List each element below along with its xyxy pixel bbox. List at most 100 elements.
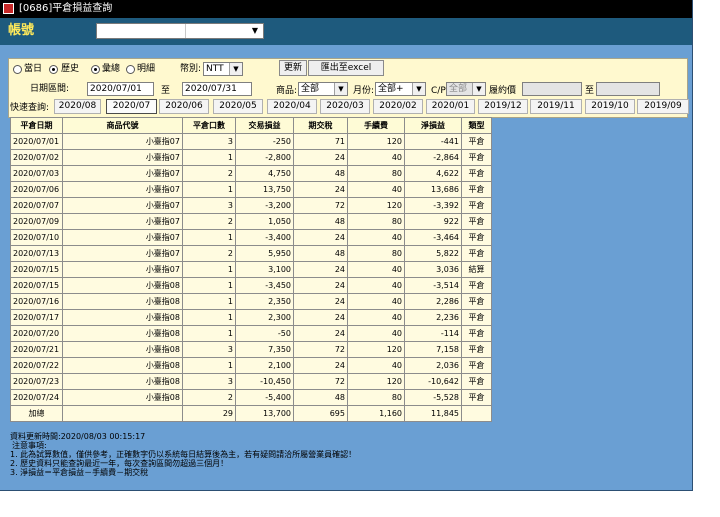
table-row[interactable]: 2020/07/06 小臺指07 1 13,750 24 40 13,686 平倉 <box>10 181 492 198</box>
quick-month-button[interactable]: 2020/06 <box>159 99 209 114</box>
table-cell: 平倉 <box>461 389 492 406</box>
product-select[interactable]: 全部 ▼ <box>298 82 348 96</box>
table-cell: 1 <box>182 325 236 342</box>
table-row[interactable]: 2020/07/15 小臺指08 1 -3,450 24 40 -3,514 平倉 <box>10 277 492 294</box>
table-row[interactable]: 2020/07/16 小臺指08 1 2,350 24 40 2,286 平倉 <box>10 293 492 310</box>
table-cell: 72 <box>293 197 348 214</box>
radio-today[interactable] <box>13 65 22 74</box>
date-to-input[interactable]: 2020/07/31 <box>182 82 252 96</box>
table-cell: 922 <box>404 213 462 230</box>
table-cell: 2020/07/20 <box>10 325 63 342</box>
table-cell: -10,450 <box>235 373 294 390</box>
radio-summary[interactable] <box>91 65 100 74</box>
table-cell: 80 <box>347 165 405 182</box>
chevron-down-icon[interactable]: ▼ <box>412 83 425 95</box>
table-cell: 2020/07/22 <box>10 357 63 374</box>
product-label: 商品: <box>276 86 298 96</box>
table-row[interactable]: 2020/07/13 小臺指07 2 5,950 48 80 5,822 平倉 <box>10 245 492 262</box>
table-cell: 2 <box>182 245 236 262</box>
table-row[interactable]: 2020/07/01 小臺指07 3 -250 71 120 -441 平倉 <box>10 133 492 150</box>
column-header: 商品代號 <box>62 117 183 134</box>
quick-month-button[interactable]: 2020/08 <box>54 99 101 114</box>
table-row[interactable]: 2020/07/21 小臺指08 3 7,350 72 120 7,158 平倉 <box>10 341 492 358</box>
table-row[interactable]: 2020/07/02 小臺指07 1 -2,800 24 40 -2,864 平倉 <box>10 149 492 166</box>
total-label: 加總 <box>10 405 63 422</box>
window-title: [0686]平倉損益查詢 <box>19 3 113 14</box>
table-cell: 平倉 <box>461 373 492 390</box>
table-row[interactable]: 2020/07/17 小臺指08 1 2,300 24 40 2,236 平倉 <box>10 309 492 326</box>
table-cell: 2020/07/09 <box>10 213 63 230</box>
table-cell: 3 <box>182 133 236 150</box>
strike-to-input[interactable] <box>596 82 660 96</box>
table-cell: 40 <box>347 309 405 326</box>
quick-month-button[interactable]: 2019/11 <box>530 99 582 114</box>
currency-label: 幣別: <box>180 64 202 74</box>
total-cell <box>62 405 183 422</box>
table-row[interactable]: 2020/07/09 小臺指07 2 1,050 48 80 922 平倉 <box>10 213 492 230</box>
chevron-down-icon[interactable]: ▼ <box>334 83 347 95</box>
quick-month-button[interactable]: 2019/12 <box>478 99 528 114</box>
table-row[interactable]: 2020/07/22 小臺指08 1 2,100 24 40 2,036 平倉 <box>10 357 492 374</box>
date-range-label: 日期區間: <box>30 84 70 94</box>
currency-select[interactable]: NTT ▼ <box>203 62 243 76</box>
quick-month-button[interactable]: 2019/09 <box>637 99 689 114</box>
table-cell: 3,100 <box>235 261 294 278</box>
table-cell: -3,400 <box>235 229 294 246</box>
table-cell: 13,750 <box>235 181 294 198</box>
column-header: 期交稅 <box>293 117 348 134</box>
quick-month-button[interactable]: 2020/02 <box>373 99 423 114</box>
table-cell: 1 <box>182 293 236 310</box>
table-row[interactable]: 2020/07/24 小臺指08 2 -5,400 48 80 -5,528 平倉 <box>10 389 492 406</box>
table-cell: 4,750 <box>235 165 294 182</box>
table-cell: 40 <box>347 277 405 294</box>
refresh-button[interactable]: 更新 <box>279 60 307 76</box>
quick-month-button[interactable]: 2020/05 <box>213 99 263 114</box>
table-cell: 40 <box>347 293 405 310</box>
quick-month-button[interactable]: 2019/10 <box>585 99 635 114</box>
table-cell: 1 <box>182 229 236 246</box>
strike-from-input[interactable] <box>522 82 582 96</box>
chevron-down-icon[interactable]: ▼ <box>472 83 485 95</box>
total-cell <box>461 405 492 422</box>
quick-month-button[interactable]: 2020/01 <box>426 99 475 114</box>
radio-history[interactable] <box>49 65 58 74</box>
table-cell: -3,450 <box>235 277 294 294</box>
table-cell: 平倉 <box>461 197 492 214</box>
table-cell: 40 <box>347 261 405 278</box>
total-cell: 29 <box>182 405 236 422</box>
quick-month-button[interactable]: 2020/03 <box>320 99 370 114</box>
table-cell: 2020/07/24 <box>10 389 63 406</box>
table-cell: 120 <box>347 373 405 390</box>
table-row[interactable]: 2020/07/23 小臺指08 3 -10,450 72 120 -10,642 平倉 <box>10 373 492 390</box>
table-cell: 72 <box>293 341 348 358</box>
month-label: 月份: <box>353 86 375 96</box>
table-row[interactable]: 2020/07/15 小臺指07 1 3,100 24 40 3,036 結算 <box>10 261 492 278</box>
quick-month-button[interactable]: 2020/04 <box>267 99 317 114</box>
table-row[interactable]: 2020/07/03 小臺指07 2 4,750 48 80 4,622 平倉 <box>10 165 492 182</box>
table-cell: 小臺指08 <box>62 389 183 406</box>
table-cell: 平倉 <box>461 245 492 262</box>
quick-month-button[interactable]: 2020/07 <box>106 99 157 114</box>
radio-detail[interactable] <box>126 65 135 74</box>
table-row[interactable]: 2020/07/20 小臺指08 1 -50 24 40 -114 平倉 <box>10 325 492 342</box>
note-line-2: 2. 歷史資料只能查詢最近一年，每次查詢區間勿超過三個月！ <box>10 459 229 468</box>
table-cell: 71 <box>293 133 348 150</box>
table-cell: 3,036 <box>404 261 462 278</box>
account-select[interactable]: ▼ <box>96 23 264 39</box>
total-cell: 1,160 <box>347 405 405 422</box>
app-icon[interactable] <box>3 3 14 14</box>
table-cell: 小臺指08 <box>62 309 183 326</box>
cp-label: C/P <box>431 86 446 96</box>
chevron-down-icon[interactable]: ▼ <box>248 25 262 37</box>
table-row[interactable]: 2020/07/10 小臺指07 1 -3,400 24 40 -3,464 平倉 <box>10 229 492 246</box>
date-from-input[interactable]: 2020/07/01 <box>87 82 154 96</box>
chevron-down-icon[interactable]: ▼ <box>229 63 242 75</box>
table-cell: 7,350 <box>235 341 294 358</box>
title-bar: [0686]平倉損益查詢 <box>0 0 692 18</box>
strike-label: 履約價 <box>489 86 517 96</box>
month-select[interactable]: 全部+ ▼ <box>375 82 426 96</box>
export-excel-button[interactable]: 匯出至excel <box>308 60 384 76</box>
table-row[interactable]: 2020/07/07 小臺指07 3 -3,200 72 120 -3,392 平倉 <box>10 197 492 214</box>
cp-select[interactable]: 全部 ▼ <box>446 82 486 96</box>
table-cell: 24 <box>293 309 348 326</box>
